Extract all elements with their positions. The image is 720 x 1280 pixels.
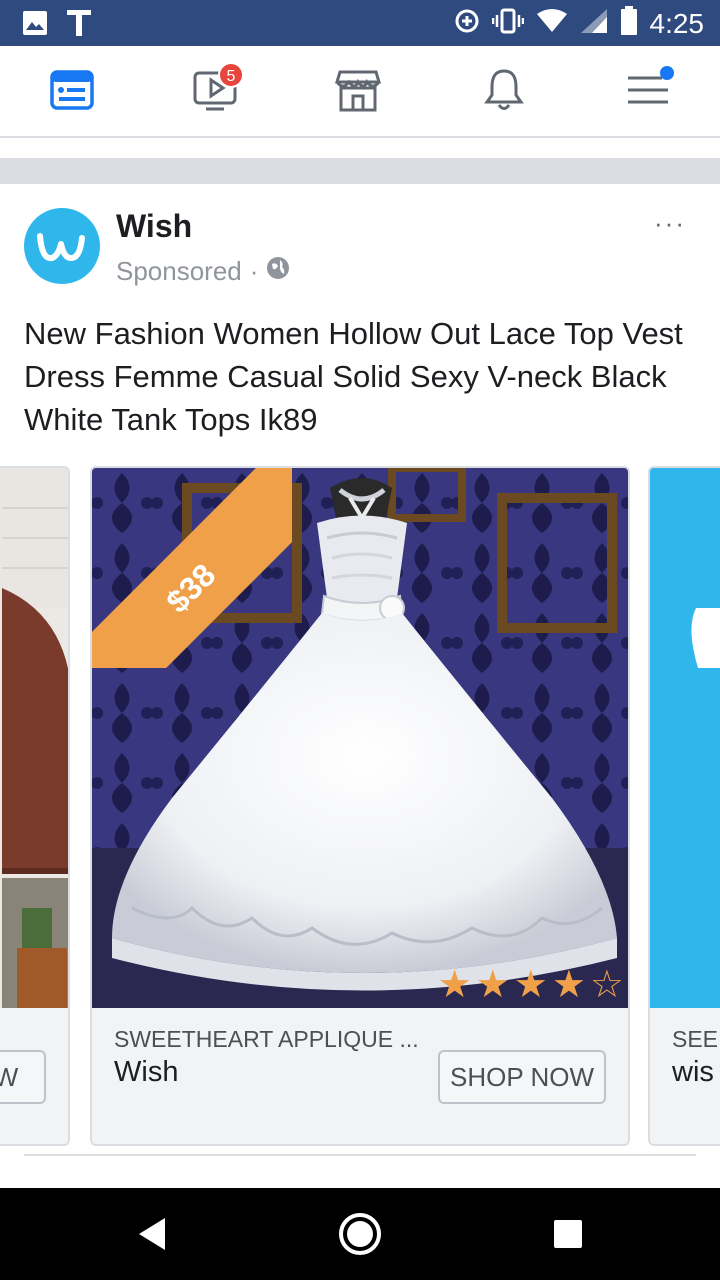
star-filled-icon: ★ (513, 962, 548, 1006)
meta-separator: · (249, 256, 259, 286)
next-card-image (650, 468, 720, 1008)
wish-logo-icon (37, 233, 85, 262)
post-options-button[interactable]: ··· (654, 208, 686, 239)
main-card-footer: SWEETHEART APPLIQUE ... Wish SHOP NOW (92, 1008, 628, 1144)
home-button[interactable] (332, 1206, 388, 1262)
action-divider (24, 1154, 696, 1156)
prev-shop-button[interactable]: W (0, 1050, 46, 1104)
product-carousel: W (0, 466, 720, 1146)
recents-button[interactable] (540, 1206, 596, 1262)
globe-icon (266, 256, 290, 287)
image-icon (22, 10, 48, 41)
t-icon (66, 8, 92, 43)
prev-card-footer: W (0, 1008, 68, 1144)
bell-icon (482, 67, 526, 118)
prev-card-image (0, 468, 68, 1008)
data-saver-icon (454, 8, 480, 39)
star-filled-icon: ★ (437, 962, 472, 1006)
nav-notifications[interactable] (476, 64, 532, 120)
shop-now-button[interactable]: SHOP NOW (438, 1050, 606, 1104)
back-icon (139, 1218, 165, 1250)
product-image[interactable]: $38 ★ ★ ★ ★ ☆ (92, 468, 628, 1008)
home-icon (339, 1213, 381, 1255)
sponsored-label[interactable]: Sponsored (116, 256, 242, 287)
wish-avatar[interactable] (24, 208, 100, 284)
screen: 4:25 5 Wish Sponsored · ··· New Fashion … (0, 0, 720, 1280)
carousel-card-next[interactable]: SEE wis (648, 466, 720, 1146)
post-meta: Sponsored · (116, 256, 290, 287)
shop-now-label: SHOP NOW (450, 1061, 594, 1092)
signal-icon (580, 8, 608, 39)
rating-stars: ★ ★ ★ ★ ☆ (438, 964, 624, 1004)
star-filled-icon: ★ (551, 962, 586, 1006)
menu-dot (660, 66, 674, 80)
product-seller: Wish (114, 1056, 179, 1088)
sponsored-post: Wish Sponsored · ··· New Fashion Women H… (0, 184, 720, 1188)
nav-menu[interactable] (620, 64, 676, 120)
nav-marketplace[interactable] (330, 64, 386, 120)
carousel-card-main[interactable]: $38 ★ ★ ★ ★ ☆ SWEETHEART APPLIQUE ... Wi… (90, 466, 630, 1146)
post-text: New Fashion Women Hollow Out Lace Top Ve… (24, 316, 683, 437)
next-card-title: SEE (672, 1026, 719, 1052)
top-nav: 5 (0, 46, 720, 138)
watch-badge: 5 (218, 62, 244, 88)
status-time: 4:25 (649, 7, 705, 39)
news-feed-icon (50, 69, 94, 115)
star-filled-icon: ★ (475, 962, 510, 1006)
page-name[interactable]: Wish (116, 208, 192, 245)
feed-separator (0, 158, 720, 184)
price-text: $38 (158, 556, 223, 620)
product-title: SWEETHEART APPLIQUE ... (114, 1026, 419, 1052)
next-card-seller: wis (672, 1056, 714, 1088)
back-button[interactable] (124, 1206, 180, 1262)
status-left (22, 8, 92, 43)
battery-icon (620, 6, 638, 41)
next-card-footer: SEE wis (650, 1008, 720, 1144)
star-empty-icon: ☆ (589, 962, 624, 1006)
vibrate-icon (491, 8, 524, 39)
nav-watch[interactable]: 5 (188, 62, 244, 120)
recents-icon (554, 1220, 582, 1248)
system-nav-bar (0, 1188, 720, 1280)
marketplace-icon (334, 68, 382, 117)
wifi-icon (536, 8, 568, 39)
carousel-card-prev[interactable]: W (0, 466, 70, 1146)
status-right: 4:25 (454, 6, 705, 41)
price-ribbon: $38 (92, 468, 292, 668)
nav-news-feed[interactable] (44, 64, 100, 120)
status-bar: 4:25 (0, 0, 720, 46)
